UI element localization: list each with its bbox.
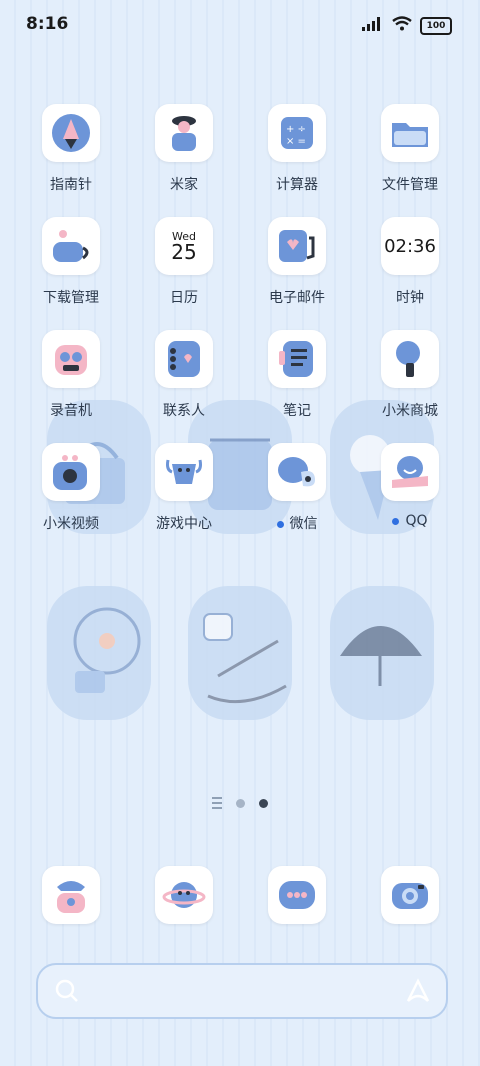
wifi-icon [392,16,412,35]
app-download-manager[interactable]: 下载管理 [21,217,121,307]
app-qq[interactable]: QQ [360,443,460,529]
app-email[interactable]: 电子邮件 [247,217,347,307]
app-clock[interactable]: 02:36 时钟 [360,217,460,307]
app-calculator[interactable]: + ÷ × = 计算器 [247,104,347,194]
folder-icon [381,104,439,162]
clock-time: 02:36 [384,235,436,257]
assistant-icon[interactable] [404,977,432,1009]
app-mi-video[interactable]: 小米视频 [21,443,121,533]
search-bar[interactable] [36,963,448,1019]
app-game-center[interactable]: 游戏中心 [134,443,234,533]
svg-text:+ ÷: + ÷ [286,124,306,135]
app-notes[interactable]: 笔记 [247,330,347,420]
camera-icon [381,866,439,924]
app-wechat[interactable]: 微信 [247,443,347,533]
messages-icon [268,866,326,924]
status-bar: 8:16 100 [0,0,480,52]
download-icon [42,217,100,275]
dock-browser[interactable] [134,866,234,924]
notification-dot [276,520,284,528]
compass-icon [42,104,100,162]
svg-text:× =: × = [286,136,306,147]
phone-icon [42,866,100,924]
app-contacts[interactable]: 联系人 [134,330,234,420]
calendar-icon: Wed 25 [155,217,213,275]
app-calendar[interactable]: Wed 25 日历 [134,217,234,307]
search-icon[interactable] [54,978,80,1008]
qq-icon [381,443,439,501]
calculator-icon: + ÷ × = [268,104,326,162]
app-compass[interactable]: 指南针 [21,104,121,194]
dock-messages[interactable] [247,866,347,924]
status-icons: 100 [362,16,452,35]
recorder-icon [42,330,100,388]
game-center-icon [155,443,213,501]
dock-camera[interactable] [360,866,460,924]
app-recorder[interactable]: 录音机 [21,330,121,420]
browser-icon [155,866,213,924]
mijia-icon [155,104,213,162]
contacts-icon [155,330,213,388]
dock-phone[interactable] [21,866,121,924]
wallpaper-art-umbrella [330,586,434,720]
page-dot[interactable] [236,798,245,808]
page-indicator [0,797,480,809]
video-icon [42,443,100,501]
email-icon [268,217,326,275]
wallpaper-art-fan [47,586,151,720]
calendar-date: 25 [171,239,197,264]
clock-icon: 02:36 [381,217,439,275]
wallpaper-art-rocking-chair [188,586,292,720]
battery-icon: 100 [420,16,452,35]
mall-icon [381,330,439,388]
notification-dot [392,517,400,525]
wechat-icon [268,443,326,501]
notes-icon [268,330,326,388]
app-mijia[interactable]: 米家 [134,104,234,194]
signal-icon [362,16,384,35]
app-file-manager[interactable]: 文件管理 [360,104,460,194]
app-mi-mall[interactable]: 小米商城 [360,330,460,420]
page-dot-active[interactable] [259,798,268,808]
page-indicator-list-icon[interactable] [212,797,222,809]
status-time: 8:16 [26,14,69,34]
